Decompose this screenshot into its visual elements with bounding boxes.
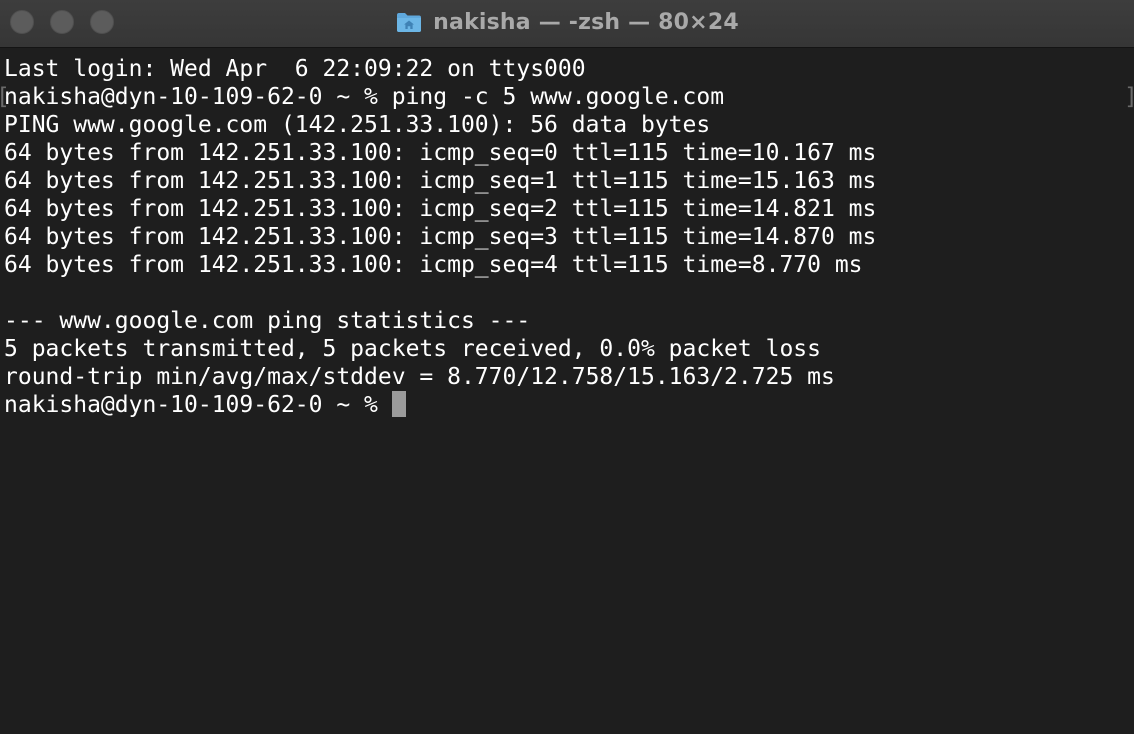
terminal-line: 64 bytes from 142.251.33.100: icmp_seq=4… <box>4 252 863 278</box>
terminal-line: nakisha@dyn-10-109-62-0 ~ % ping -c 5 ww… <box>4 84 725 110</box>
window-title: nakisha — -zsh — 80×24 <box>433 9 739 35</box>
text-cursor <box>391 391 406 417</box>
terminal-output[interactable]: [ ] Last login: Wed Apr 6 22:09:22 on tt… <box>0 55 1134 734</box>
terminal-line: --- www.google.com ping statistics --- <box>4 308 531 334</box>
title-bar[interactable]: nakisha — -zsh — 80×24 <box>0 0 1134 48</box>
prompt-line[interactable]: nakisha@dyn-10-109-62-0 ~ % <box>4 391 406 419</box>
folder-home-icon <box>395 10 423 34</box>
terminal-line: 5 packets transmitted, 5 packets receive… <box>4 336 821 362</box>
line-mark-right: ] <box>1124 83 1134 111</box>
terminal-window: nakisha — -zsh — 80×24 [ ] Last login: W… <box>0 0 1134 734</box>
terminal-line: 64 bytes from 142.251.33.100: icmp_seq=0… <box>4 140 877 166</box>
terminal-line: 64 bytes from 142.251.33.100: icmp_seq=2… <box>4 196 877 222</box>
prompt-text: nakisha@dyn-10-109-62-0 ~ % <box>4 392 392 418</box>
terminal-line: round-trip min/avg/max/stddev = 8.770/12… <box>4 364 835 390</box>
terminal-line: 64 bytes from 142.251.33.100: icmp_seq=1… <box>4 168 877 194</box>
window-title-group: nakisha — -zsh — 80×24 <box>0 0 1134 44</box>
terminal-line: 64 bytes from 142.251.33.100: icmp_seq=3… <box>4 224 877 250</box>
terminal-line: Last login: Wed Apr 6 22:09:22 on ttys00… <box>4 56 586 82</box>
terminal-line: PING www.google.com (142.251.33.100): 56… <box>4 112 711 138</box>
